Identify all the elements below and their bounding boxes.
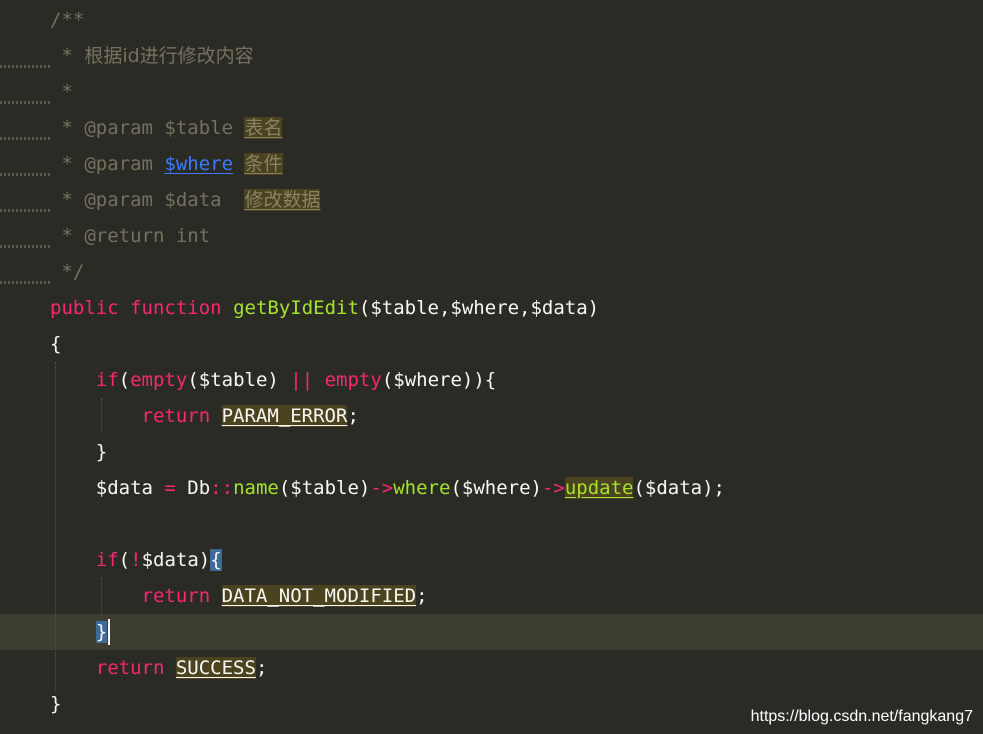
code-token: 条件 <box>244 153 283 175</box>
code-token: 根据id进行修改内容 <box>84 45 254 67</box>
code-token: function <box>130 297 222 319</box>
code-token: getByIdEdit <box>233 297 359 319</box>
code-token: * @param $data <box>50 189 245 211</box>
code-token: ($table,$where,$data) <box>358 297 600 319</box>
code-token: ; <box>255 657 268 679</box>
code-line[interactable] <box>0 506 983 542</box>
code-token: update <box>564 477 634 499</box>
code-token: ; <box>416 585 428 607</box>
code-token: ( <box>118 549 131 571</box>
code-line[interactable]: * @param $table 表名 <box>0 110 983 146</box>
code-line[interactable]: */ <box>0 254 983 290</box>
matching-bracket: } <box>95 621 108 643</box>
code-token: name <box>233 477 279 499</box>
source-watermark: https://blog.csdn.net/fangkang7 <box>750 708 973 725</box>
code-editor[interactable]: } /** * 根据id进行修改内容 * * @param $table 表名 … <box>0 0 983 734</box>
code-token: where <box>393 477 451 499</box>
code-line[interactable]: * <box>0 74 983 110</box>
code-token: $data <box>50 477 165 499</box>
text-cursor <box>108 619 110 645</box>
code-token: return <box>141 585 211 607</box>
code-line[interactable]: if(empty($table) || empty($where)){ <box>0 362 983 398</box>
code-token: ! <box>130 549 142 571</box>
code-token: * <box>50 45 85 67</box>
code-token: * <box>50 81 73 103</box>
code-token: { <box>50 333 62 355</box>
code-line[interactable]: } <box>0 434 983 470</box>
code-token: -> <box>541 477 565 499</box>
code-token: = <box>164 477 176 499</box>
code-line[interactable]: * @param $where 条件 <box>0 146 983 182</box>
code-token: if <box>95 549 119 571</box>
code-token: if <box>95 369 119 391</box>
code-line[interactable]: public function getByIdEdit($table,$wher… <box>0 290 983 326</box>
code-token: empty <box>130 369 188 391</box>
code-line[interactable]: * @param $data 修改数据 <box>0 182 983 218</box>
code-line[interactable]: { <box>0 326 983 362</box>
code-token: SUCCESS <box>175 657 256 679</box>
code-token: return <box>95 657 165 679</box>
code-token: ($data); <box>633 477 725 499</box>
code-token: /** <box>50 9 85 31</box>
code-token: } <box>50 693 62 715</box>
code-token: || <box>290 369 314 391</box>
code-token: $data) <box>141 549 211 571</box>
code-line[interactable]: /** <box>0 2 983 38</box>
code-token: ($where) <box>450 477 542 499</box>
code-token: :: <box>210 477 234 499</box>
code-token: ($where)){ <box>381 369 497 391</box>
code-token: * @param $table <box>50 117 245 139</box>
code-token: Db <box>175 477 211 499</box>
code-line[interactable]: if(!$data){ <box>0 542 983 578</box>
doc-link[interactable]: $where <box>164 153 233 175</box>
code-token: return <box>141 405 211 427</box>
code-token: ($table) <box>187 369 291 391</box>
matching-bracket: { <box>210 549 222 571</box>
code-token: * @return int <box>50 225 211 247</box>
code-token: empty <box>324 369 382 391</box>
code-line[interactable]: } <box>0 614 983 650</box>
code-token: 修改数据 <box>244 189 321 211</box>
code-token: PARAM_ERROR <box>221 405 348 427</box>
code-token: 表名 <box>244 117 283 139</box>
code-line[interactable]: return PARAM_ERROR; <box>0 398 983 434</box>
code-line[interactable]: $data = Db::name($table)->where($where)-… <box>0 470 983 506</box>
code-token: public <box>50 297 119 319</box>
code-line[interactable]: return SUCCESS; <box>0 650 983 686</box>
code-token: DATA_NOT_MODIFIED <box>221 585 417 607</box>
code-line[interactable]: return DATA_NOT_MODIFIED; <box>0 578 983 614</box>
code-token: ; <box>347 405 359 427</box>
code-token: ($table) <box>278 477 371 499</box>
code-line[interactable]: * 根据id进行修改内容 <box>0 38 983 74</box>
code-line[interactable]: * @return int <box>0 218 983 254</box>
code-token: */ <box>50 261 85 283</box>
code-token: -> <box>370 477 394 499</box>
code-token: } <box>50 441 108 463</box>
code-token: * @param <box>50 153 165 175</box>
code-token: ( <box>118 369 131 391</box>
